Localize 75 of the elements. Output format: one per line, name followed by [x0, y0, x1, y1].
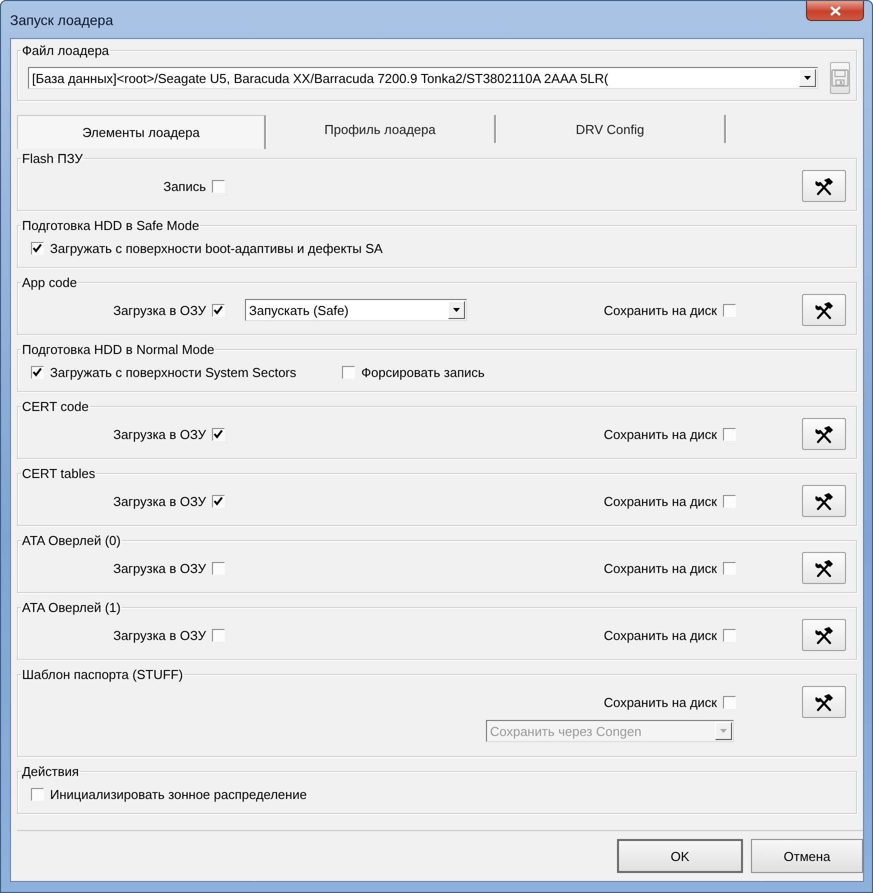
checkbox-label: Сохранить на диск — [604, 694, 717, 710]
hammer-wrench-icon — [814, 692, 834, 712]
checkbox[interactable] — [212, 628, 225, 642]
checkbox-label: Сохранить на диск — [604, 426, 717, 442]
group-title: Действия — [21, 764, 80, 779]
checkbox-label: Форсировать запись — [361, 364, 485, 380]
checkbox-label: Загружать с поверхности boot-адаптивы и дефекты SA — [50, 240, 383, 256]
checkbox[interactable] — [212, 562, 225, 574]
hammer-wrench-icon — [814, 626, 834, 644]
checkbox[interactable] — [723, 428, 736, 440]
checkbox-label: Сохранить на диск — [604, 494, 717, 508]
checkmark-icon — [32, 243, 43, 253]
dropdown[interactable]: Запускать (Safe) — [245, 299, 467, 321]
checkbox[interactable] — [723, 304, 736, 316]
checkbox-label: Инициализировать зонное распределение — [50, 786, 307, 802]
checkbox[interactable] — [212, 428, 225, 440]
checkmark-icon — [213, 305, 224, 315]
checkbox[interactable] — [31, 366, 44, 378]
checkbox[interactable] — [723, 562, 736, 574]
window-title: Запуск лоадера — [10, 12, 114, 28]
checkbox[interactable] — [723, 696, 736, 708]
tools-button[interactable] — [802, 686, 846, 718]
group-title: ATA Оверлей (1) — [21, 600, 122, 615]
checkbox[interactable] — [212, 494, 225, 508]
caret-icon — [453, 308, 460, 312]
checkbox[interactable] — [723, 628, 736, 642]
checkbox-label: Загрузка в ОЗУ — [113, 560, 206, 576]
tab[interactable]: Профиль лоадера — [266, 115, 496, 143]
hammer-wrench-icon — [814, 176, 834, 196]
group-title: ATA Оверлей (0) — [21, 533, 122, 548]
group-title: Шаблон паспорта (STUFF) — [21, 667, 184, 682]
caret-icon — [720, 729, 727, 733]
tools-button[interactable] — [802, 170, 846, 202]
tools-button[interactable] — [802, 294, 846, 326]
checkbox[interactable] — [723, 494, 736, 508]
caret-icon — [804, 76, 811, 80]
checkbox[interactable] — [31, 788, 44, 800]
hammer-wrench-icon — [814, 558, 834, 578]
checkbox[interactable] — [31, 242, 44, 254]
checkmark-icon — [32, 367, 43, 377]
checkmark-icon — [213, 429, 224, 439]
checkmark-icon — [213, 496, 224, 506]
group-title: CERT code — [21, 399, 90, 414]
hammer-wrench-icon — [814, 300, 834, 320]
checkbox-label: Сохранить на диск — [604, 560, 717, 576]
tools-button[interactable] — [802, 485, 846, 517]
checkbox-label: Загрузка в ОЗУ — [113, 494, 206, 508]
close-button[interactable] — [806, 1, 864, 21]
tools-button[interactable] — [802, 552, 846, 584]
checkbox-label: Загрузка в ОЗУ — [113, 628, 206, 642]
group-title: CERT tables — [21, 466, 96, 481]
tab[interactable]: DRV Config — [496, 115, 726, 143]
checkbox-label: Сохранить на диск — [604, 628, 717, 642]
hammer-wrench-icon — [814, 492, 834, 510]
group-title: App code — [21, 275, 78, 290]
tab[interactable]: Элементы лоадера — [17, 115, 266, 149]
close-icon — [830, 6, 840, 16]
tools-button[interactable] — [802, 418, 846, 450]
dialog-button[interactable]: OK — [617, 839, 743, 873]
tools-button[interactable] — [802, 619, 846, 651]
checkbox-label: Сохранить на диск — [604, 302, 717, 318]
checkbox[interactable] — [212, 180, 225, 192]
group-title: Подготовка HDD в Normal Mode — [21, 342, 216, 357]
checkbox[interactable] — [212, 304, 225, 316]
checkbox[interactable] — [342, 366, 356, 378]
hammer-wrench-icon — [814, 424, 834, 444]
dialog-button[interactable]: Отмена — [751, 839, 863, 873]
checkbox-label: Загрузка в ОЗУ — [113, 426, 206, 442]
group-title: Подготовка HDD в Safe Mode — [21, 218, 200, 233]
checkbox-label: Загрузка в ОЗУ — [113, 302, 206, 318]
group-title: Файл лоадера — [21, 43, 110, 58]
checkbox-label: Запись — [163, 178, 206, 194]
checkbox-label: Загружать с поверхности System Sectors — [50, 364, 296, 380]
dropdown[interactable]: [База данных]<root>/Seagate U5, Baracuda XX/Barracuda 7200.9 Tonka2/ST3802110A 2AAA 5LR( — [28, 67, 818, 89]
group-title: Flash ПЗУ — [21, 151, 84, 166]
